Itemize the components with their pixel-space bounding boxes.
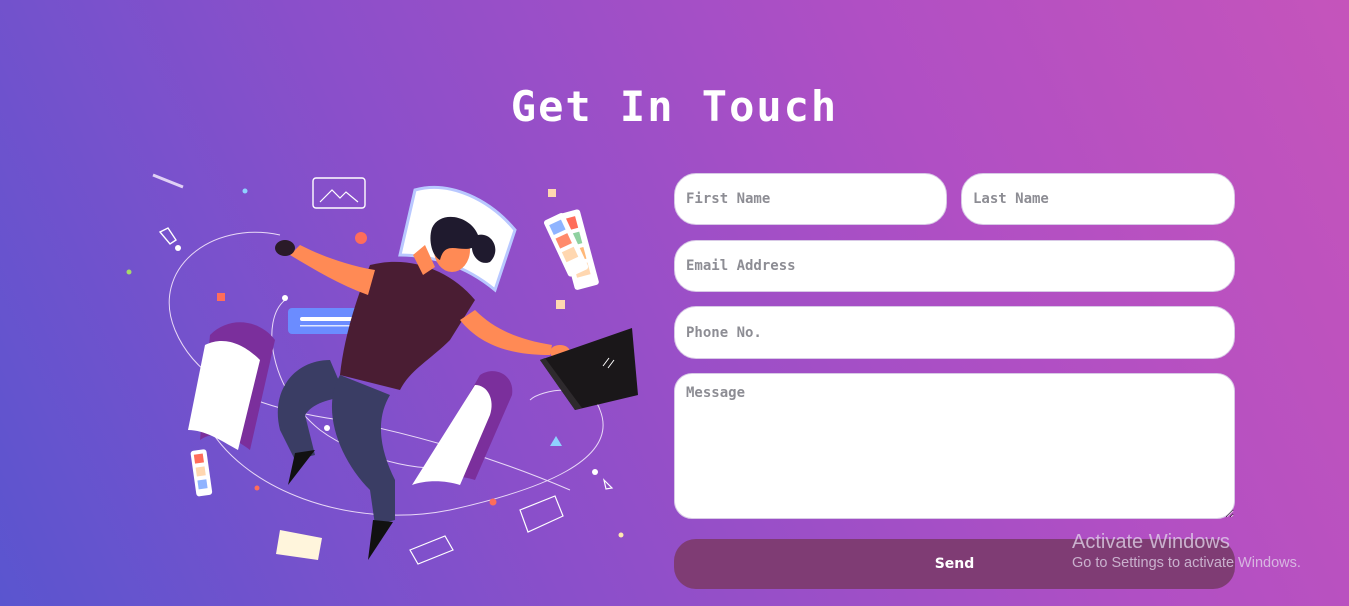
watermark-title: Activate Windows [1072, 531, 1230, 553]
message-textarea[interactable] [674, 373, 1235, 519]
email-input[interactable] [674, 240, 1235, 292]
phone-input[interactable] [674, 306, 1235, 359]
first-name-input[interactable] [674, 173, 947, 225]
last-name-input[interactable] [961, 173, 1235, 225]
page-title: Get In Touch [510, 82, 839, 131]
watermark-subtitle: Go to Settings to activate Windows. [1072, 555, 1301, 571]
windows-activation-watermark: Activate Windows Go to Settings to activ… [1072, 531, 1301, 571]
person-working-illustration [126, 173, 638, 565]
